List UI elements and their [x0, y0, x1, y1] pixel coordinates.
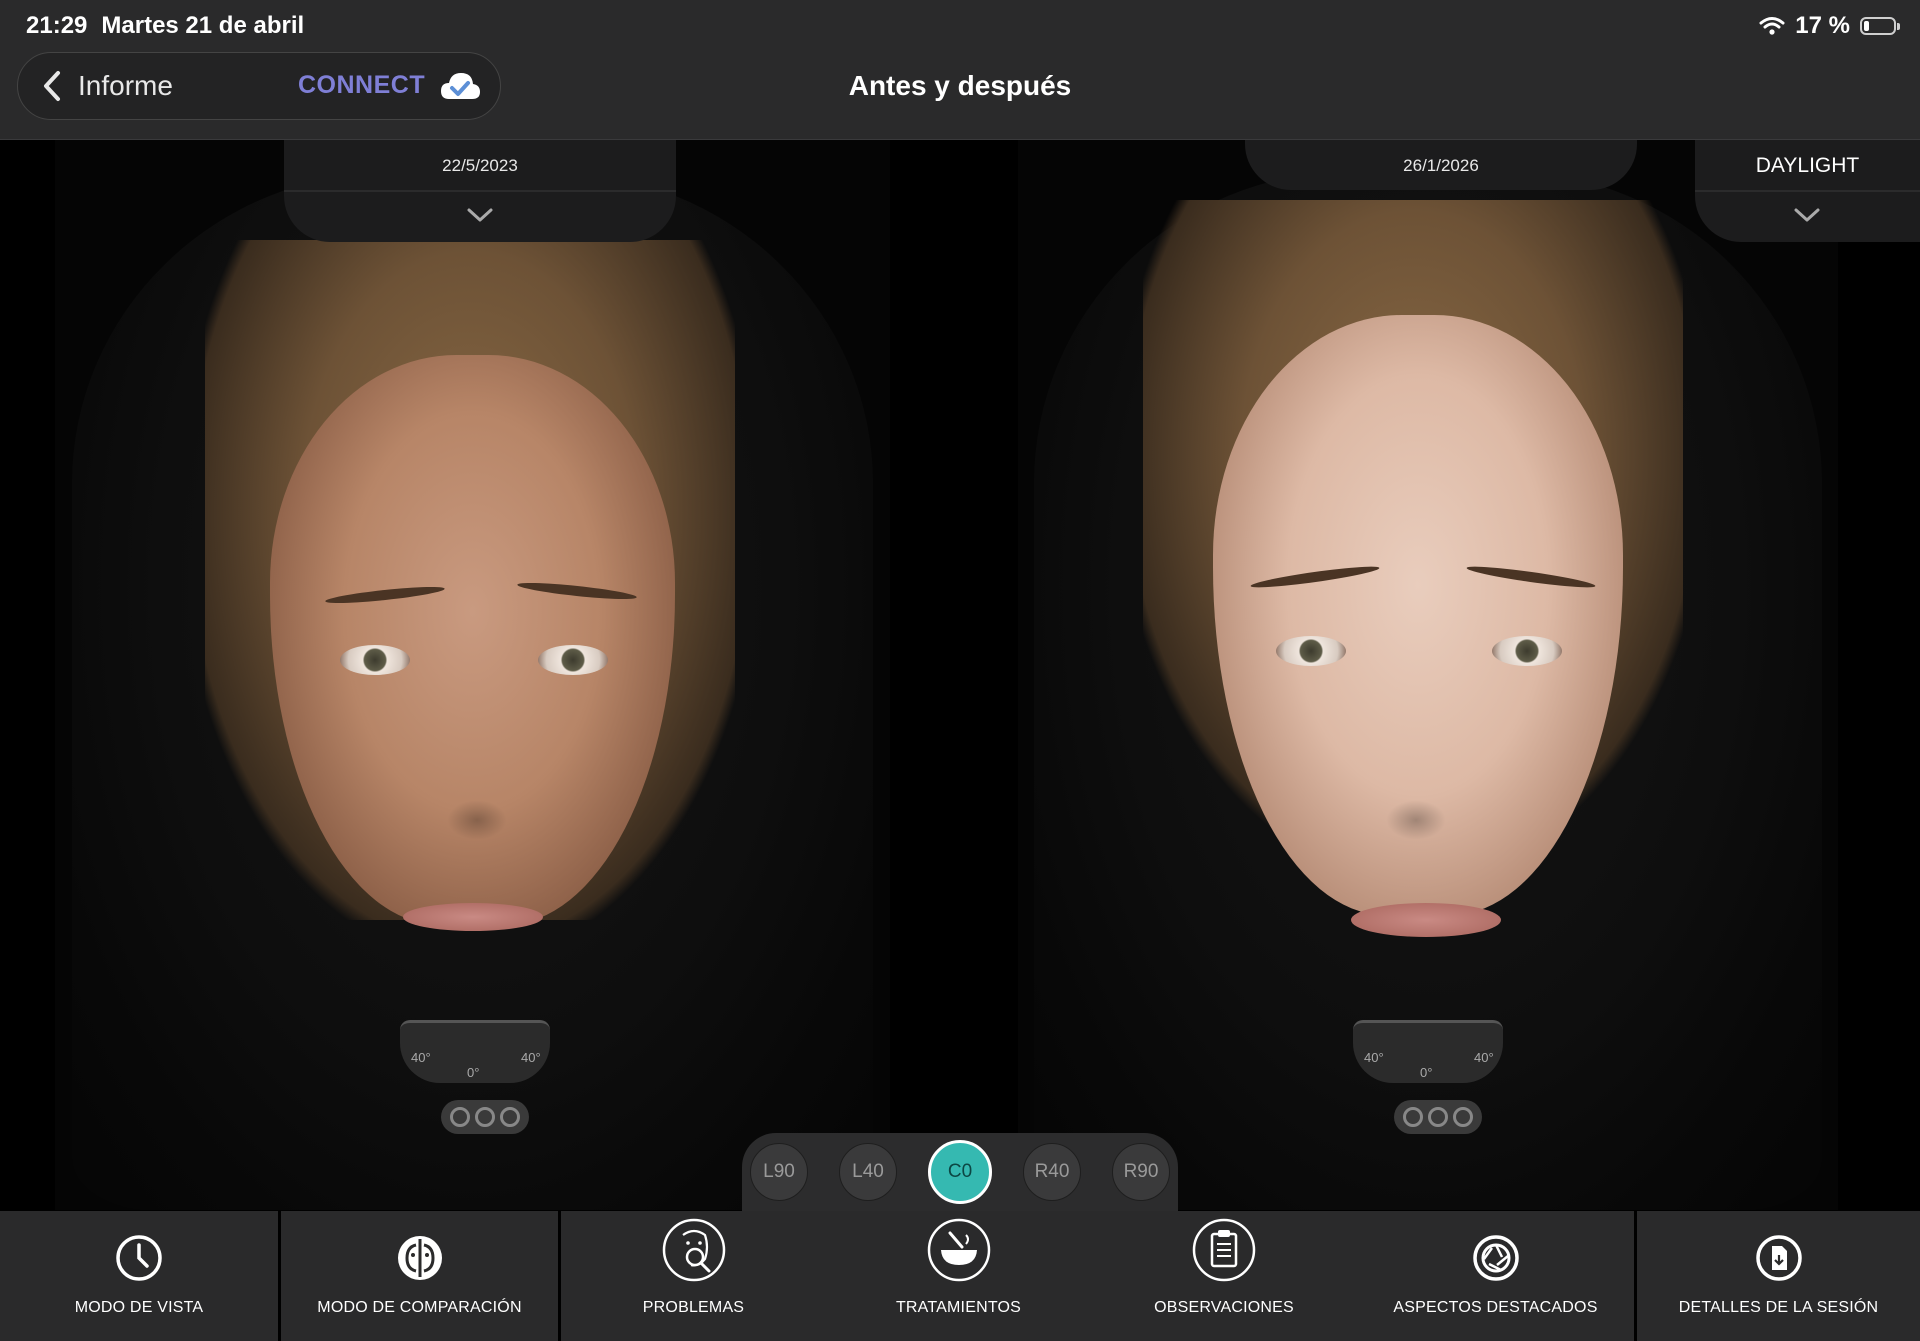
nose: [1386, 800, 1446, 840]
before-date-selector[interactable]: 22/5/2023: [284, 140, 676, 242]
face-magnify-icon: [662, 1218, 725, 1282]
divider: [284, 190, 676, 192]
problems-label: PROBLEMAS: [642, 1299, 745, 1316]
before-date[interactable]: 22/5/2023: [284, 156, 676, 176]
chinrest-mark: 0°: [1420, 1065, 1433, 1080]
angle-button-r90[interactable]: R90: [1112, 1143, 1170, 1201]
aperture-icon: [1472, 1235, 1519, 1281]
clipboard-icon: [1192, 1218, 1256, 1282]
eye: [340, 645, 410, 675]
status-time: 21:29: [26, 12, 88, 39]
comparison-mode-button[interactable]: MODO DE COMPARACIÓN: [281, 1211, 558, 1341]
chinrest-mark: 40°: [1364, 1050, 1384, 1065]
session-details-button[interactable]: DETALLES DE LA SESIÓN: [1637, 1211, 1920, 1341]
problems-button[interactable]: PROBLEMAS: [561, 1211, 826, 1341]
lips: [403, 903, 543, 931]
highlights-button[interactable]: ASPECTOS DESTACADOS: [1357, 1211, 1634, 1341]
clock-icon: [116, 1235, 162, 1281]
eye: [538, 645, 608, 675]
treatments-label: TRATAMIENTOS: [895, 1299, 1022, 1316]
chinrest-mark: 0°: [467, 1065, 480, 1080]
battery-icon: [1860, 17, 1900, 35]
observations-label: OBSERVACIONES: [1154, 1299, 1294, 1316]
bowl-treatment-icon: [927, 1218, 990, 1282]
compare-faces-icon: [397, 1236, 442, 1280]
status-clock: 21:29 Martes 21 de abril: [26, 12, 318, 40]
angle-button-r40[interactable]: R40: [1023, 1143, 1081, 1201]
before-photo[interactable]: 40° 0° 40°: [55, 140, 890, 1210]
chinrest-mark: 40°: [411, 1050, 431, 1065]
angle-button-l90[interactable]: L90: [750, 1143, 808, 1201]
chinrest-mark: 40°: [521, 1050, 541, 1065]
lighting-mode[interactable]: DAYLIGHT: [1695, 154, 1920, 178]
led: [1427, 1107, 1448, 1127]
view-mode-label: MODO DE VISTA: [74, 1299, 204, 1316]
status-date: Martes 21 de abril: [101, 12, 305, 39]
eye: [1276, 636, 1346, 666]
led: [1453, 1107, 1474, 1127]
wifi-icon: [1759, 17, 1785, 35]
after-date[interactable]: 26/1/2026: [1245, 156, 1637, 176]
battery-percent: 17 %: [1795, 12, 1850, 39]
led: [474, 1107, 495, 1127]
view-mode-button[interactable]: MODO DE VISTA: [0, 1211, 278, 1341]
comparison-mode-label: MODO DE COMPARACIÓN: [317, 1299, 522, 1316]
led: [1402, 1107, 1423, 1127]
chevron-down-icon[interactable]: [466, 204, 494, 226]
session-details-label: DETALLES DE LA SESIÓN: [1678, 1299, 1879, 1316]
document-icon: [1755, 1235, 1802, 1281]
highlights-label: ASPECTOS DESTACADOS: [1393, 1299, 1598, 1316]
nose: [447, 800, 507, 840]
chinrest-leds: [1394, 1100, 1482, 1134]
chinrest-leds: [441, 1100, 529, 1134]
eye: [1492, 636, 1562, 666]
bottom-toolbar: MODO DE VISTA MODO DE COMPARACIÓN PROBLE…: [0, 1211, 1920, 1341]
chinrest-mark: 40°: [1474, 1050, 1494, 1065]
lips: [1351, 903, 1501, 937]
treatments-button[interactable]: TRATAMIENTOS: [826, 1211, 1091, 1341]
after-photo[interactable]: 40° 0° 40°: [1018, 140, 1838, 1210]
divider: [1695, 190, 1920, 192]
angle-button-c0[interactable]: C0: [928, 1140, 992, 1204]
chevron-down-icon[interactable]: [1793, 204, 1821, 226]
after-date-selector[interactable]: 26/1/2026: [1245, 140, 1637, 190]
angle-selector: L90 L40 C0 R40 R90: [742, 1133, 1178, 1211]
led: [500, 1107, 521, 1127]
top-bar: 21:29 Martes 21 de abril 17 % Informe CON…: [0, 0, 1920, 140]
led: [449, 1107, 470, 1127]
analysis-group: PROBLEMAS TRATAMIENTOS OBSERVACIONES: [561, 1211, 1357, 1341]
angle-button-l40[interactable]: L40: [839, 1143, 897, 1201]
lighting-mode-selector[interactable]: DAYLIGHT: [1695, 140, 1920, 242]
status-indicators: 17 %: [1759, 12, 1900, 40]
page-title: Antes y después: [848, 70, 1072, 101]
observations-button[interactable]: OBSERVACIONES: [1091, 1211, 1357, 1341]
